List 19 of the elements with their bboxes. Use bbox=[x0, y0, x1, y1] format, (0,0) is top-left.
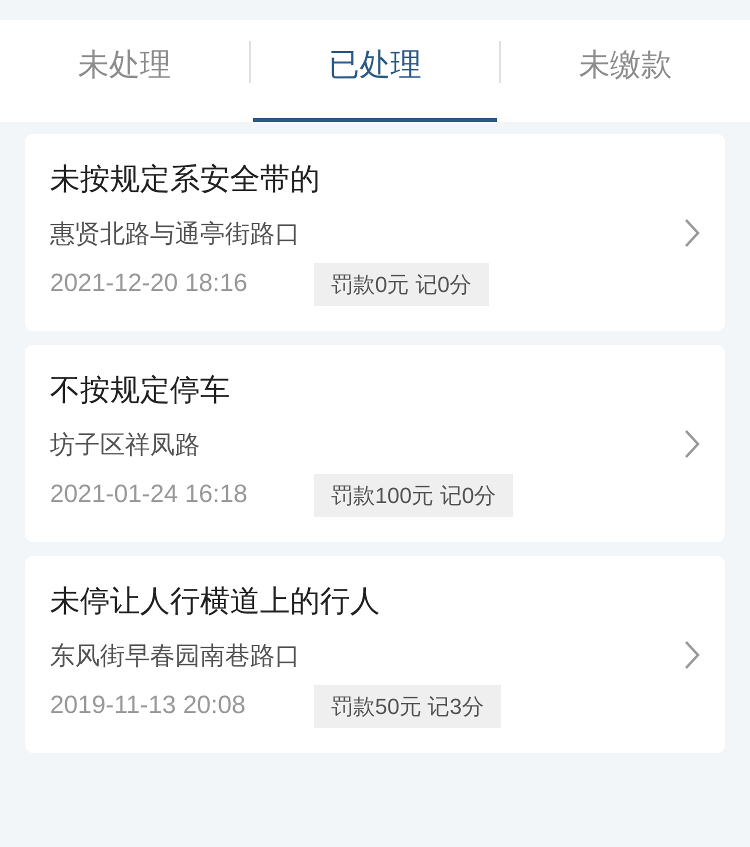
violation-time: 2021-12-20 18:16 bbox=[50, 268, 248, 300]
penalty-tag: 罚款0元 记0分 bbox=[314, 262, 489, 306]
violation-time: 2021-01-24 16:18 bbox=[50, 479, 248, 510]
tab[interactable]: 已处理 bbox=[252, 20, 498, 122]
violation-location: 惠贤北路与通亭街路口 bbox=[50, 218, 301, 250]
violation-location: 东风街早春园南巷路口 bbox=[50, 640, 301, 672]
violation-time: 2019-11-13 20:08 bbox=[50, 690, 247, 722]
penalty-tag: 罚款100元 记0分 bbox=[314, 474, 514, 516]
violation-card[interactable]: 未按规定系安全带的 惠贤北路与通亭街路口 2021-12-20 18:16 罚款0元 记0分 bbox=[25, 134, 725, 331]
penalty-tag: 罚款50元 记3分 bbox=[314, 684, 501, 728]
violation-location: 坊子区祥凤路 bbox=[50, 430, 201, 460]
violation-title: 未按规定系安全带的 bbox=[50, 162, 321, 198]
chevron-right-icon bbox=[684, 428, 700, 458]
violation-card[interactable]: 不按规定停车 坊子区祥凤路 2021-01-24 16:18 罚款100元 记0分 bbox=[25, 345, 725, 542]
violation-title: 不按规定停车 bbox=[50, 372, 231, 408]
violation-title: 未停让人行横道上的行人 bbox=[50, 584, 381, 620]
chevron-right-icon bbox=[684, 218, 700, 248]
violation-card[interactable]: 未停让人行横道上的行人 东风街早春园南巷路口 2019-11-13 20:08 罚款50元 记3分 bbox=[25, 556, 725, 753]
chevron-right-icon bbox=[684, 640, 700, 670]
